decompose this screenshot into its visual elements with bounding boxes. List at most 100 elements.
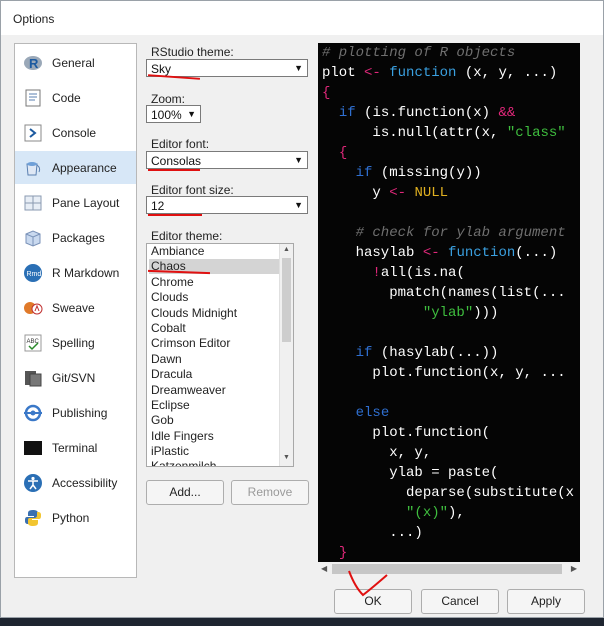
list-item[interactable]: Eclipse (149, 398, 281, 413)
editor-theme-label: Editor theme: (151, 229, 223, 243)
code-line: { (322, 85, 331, 101)
pane-layout-icon (24, 195, 42, 211)
list-item[interactable]: Clouds Midnight (149, 306, 281, 321)
options-dialog: Options R General Code Console Appearanc… (0, 0, 604, 618)
sidebar-item-accessibility[interactable]: Accessibility (15, 466, 136, 499)
rstudio-theme-select[interactable]: Sky ▼ (146, 59, 308, 77)
sidebar-item-label: R Markdown (52, 266, 120, 280)
sidebar-item-label: Terminal (52, 441, 98, 455)
list-item[interactable]: Gob (149, 413, 281, 428)
chevron-down-icon: ▼ (294, 200, 303, 210)
list-item[interactable]: Dreamweaver (149, 383, 281, 398)
list-item[interactable]: Chrome (149, 275, 281, 290)
editor-font-label: Editor font: (151, 137, 210, 151)
scrollbar-thumb[interactable] (282, 258, 291, 342)
annotation-checkmark-icon (348, 570, 388, 597)
apply-button[interactable]: Apply (507, 589, 585, 614)
scroll-right-arrow-icon[interactable]: ▶ (571, 564, 577, 573)
sidebar-item-label: Console (52, 126, 97, 140)
list-item[interactable]: Cobalt (149, 321, 281, 336)
sidebar-item-label: Spelling (52, 336, 95, 350)
theme-list-scrollbar[interactable]: ▲ ▼ (279, 244, 293, 466)
chevron-down-icon: ▼ (294, 63, 303, 73)
publishing-icon (24, 404, 42, 422)
theme-preview-editor: # plotting of R objects plot <- function … (318, 43, 580, 576)
editor-font-size-label: Editor font size: (151, 183, 234, 197)
python-logo-icon (25, 510, 41, 526)
editor-font-select[interactable]: Consolas ▼ (146, 151, 308, 169)
scroll-up-arrow-icon[interactable]: ▲ (283, 246, 290, 253)
sidebar-item-spelling[interactable]: ABC Spelling (15, 326, 136, 359)
sidebar-item-pane-layout[interactable]: Pane Layout (15, 186, 136, 219)
code-line: "(x)"), (406, 505, 465, 521)
sidebar-item-label: Accessibility (52, 476, 118, 490)
sidebar-item-appearance[interactable]: Appearance (15, 151, 136, 184)
sidebar-item-label: Packages (52, 231, 105, 245)
git-svn-icon (25, 371, 42, 387)
terminal-icon (24, 441, 42, 455)
code-line: y <- NULL (322, 185, 449, 201)
code-line: } (338, 545, 348, 561)
package-box-icon (25, 230, 41, 247)
list-item[interactable]: Clouds (149, 290, 281, 305)
code-line: # check for ylab argument (322, 225, 566, 241)
sidebar-item-label: General (52, 56, 95, 70)
code-line: plot <- function (x, y, ...) (322, 65, 558, 81)
options-sidebar: R General Code Console Appearance Pane L… (14, 43, 137, 578)
list-item[interactable]: Dawn (149, 352, 281, 367)
list-item[interactable]: Idle Fingers (149, 429, 281, 444)
scroll-left-arrow-icon[interactable]: ◀ (321, 564, 327, 573)
svg-text:R: R (29, 56, 39, 71)
list-item[interactable]: Crimson Editor (149, 336, 281, 351)
code-line: else (355, 405, 390, 421)
add-theme-button[interactable]: Add... (146, 480, 224, 505)
chevron-down-icon: ▼ (187, 109, 196, 119)
sidebar-item-terminal[interactable]: Terminal (15, 431, 136, 464)
list-item[interactable]: Ambiance (149, 244, 281, 259)
code-line: if (missing(y)) (355, 165, 482, 181)
sidebar-item-label: Python (52, 511, 90, 525)
editor-font-size-select[interactable]: 12 ▼ (146, 196, 308, 214)
sidebar-item-console[interactable]: Console (15, 116, 136, 149)
sidebar-item-code[interactable]: Code (15, 81, 136, 114)
r-logo-icon: R (24, 56, 42, 71)
sidebar-item-publishing[interactable]: Publishing (15, 396, 136, 429)
code-line: plot.function(x, y, ... (372, 365, 566, 381)
dialog-title: Options (13, 12, 55, 26)
accessibility-icon (24, 474, 42, 492)
cancel-button[interactable]: Cancel (421, 589, 499, 614)
code-line: ylab = paste( (322, 465, 499, 481)
code-line: if (is.function(x) && (338, 105, 516, 121)
sidebar-item-packages[interactable]: Packages (15, 221, 136, 254)
spelling-abc-icon: ABC (24, 334, 42, 352)
sidebar-item-sweave[interactable]: Sweave (15, 291, 136, 324)
zoom-value: 100% (151, 108, 182, 122)
sidebar-item-git-svn[interactable]: Git/SVN (15, 361, 136, 394)
sidebar-item-label: Publishing (52, 406, 108, 420)
sweave-pdf-icon (24, 302, 43, 315)
code-line: hasylab <- function(...) (322, 245, 558, 261)
sidebar-item-label: Sweave (52, 301, 95, 315)
sidebar-item-label: Appearance (52, 161, 117, 175)
list-item[interactable]: Dracula (149, 367, 281, 382)
code-line: x, y, (322, 445, 432, 461)
rstudio-theme-label: RStudio theme: (151, 45, 234, 59)
paint-bucket-icon (26, 162, 41, 176)
scroll-down-arrow-icon[interactable]: ▼ (283, 454, 290, 461)
zoom-label: Zoom: (151, 92, 186, 106)
code-line: ...) (322, 525, 423, 541)
sidebar-item-general[interactable]: R General (15, 46, 136, 79)
list-item[interactable]: Katzenmilch (149, 459, 281, 466)
console-prompt-icon (24, 124, 42, 142)
annotation-underline (148, 169, 200, 171)
zoom-select[interactable]: 100% ▼ (146, 105, 201, 123)
editor-theme-list[interactable]: Ambiance Chaos Chrome Clouds Clouds Midn… (146, 243, 294, 467)
sidebar-item-python[interactable]: Python (15, 501, 136, 534)
sidebar-item-label: Git/SVN (52, 371, 96, 385)
code-page-icon (25, 89, 41, 107)
remove-theme-button[interactable]: Remove (231, 480, 309, 505)
svg-text:Rmd: Rmd (27, 271, 42, 278)
code-line: "ylab"))) (422, 305, 499, 321)
sidebar-item-r-markdown[interactable]: Rmd R Markdown (15, 256, 136, 289)
list-item[interactable]: iPlastic (149, 444, 281, 459)
